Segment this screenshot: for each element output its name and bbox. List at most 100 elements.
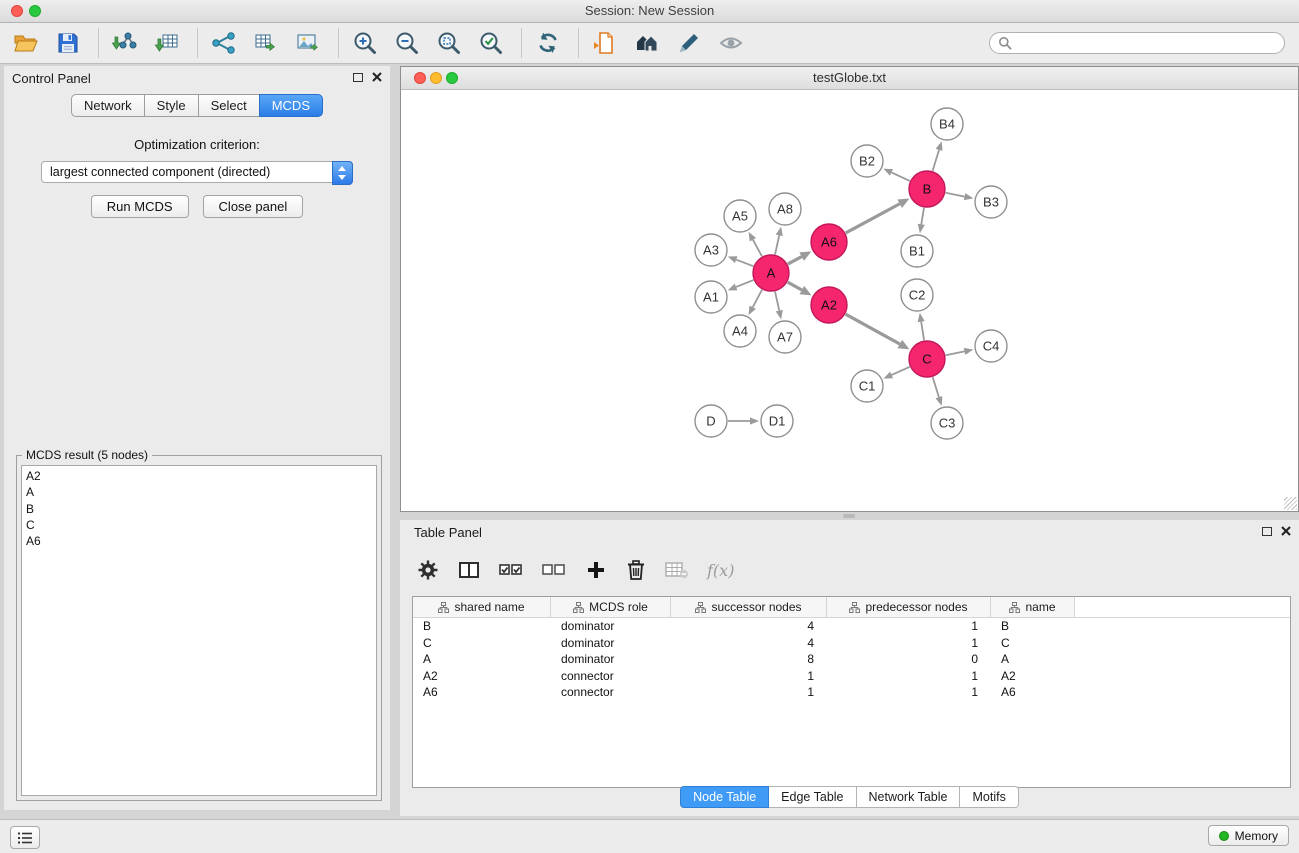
graph-node-C1[interactable]: C1 — [851, 370, 883, 402]
graph-edge-A-A7[interactable] — [775, 292, 779, 311]
graph-node-D[interactable]: D — [695, 405, 727, 437]
tab-select[interactable]: Select — [198, 94, 259, 117]
close-panel-button[interactable]: Close panel — [203, 195, 304, 218]
import-table-button[interactable] — [151, 27, 183, 59]
graph-edge-A-A6[interactable] — [788, 257, 802, 264]
column-header-predecessor-nodes[interactable]: predecessor nodes — [827, 597, 991, 617]
graph-edge-A-A1[interactable] — [736, 280, 753, 287]
mcds-result-list[interactable]: A2ABCA6 — [21, 465, 377, 796]
network-window-titlebar[interactable]: testGlobe.txt — [401, 67, 1298, 90]
graph-node-B2[interactable]: B2 — [851, 145, 883, 177]
result-item[interactable]: A2 — [26, 468, 372, 484]
graph-node-D1[interactable]: D1 — [761, 405, 793, 437]
column-header-successor-nodes[interactable]: successor nodes — [671, 597, 827, 617]
show-panels-button[interactable] — [10, 826, 40, 849]
import-network-button[interactable] — [109, 27, 141, 59]
graph-edge-A-A8[interactable] — [775, 235, 779, 254]
zoom-window-button[interactable] — [29, 5, 41, 17]
welcome-screen-button[interactable] — [631, 27, 663, 59]
graph-node-A3[interactable]: A3 — [695, 234, 727, 266]
function-builder-button[interactable]: f(x) — [707, 561, 734, 580]
graph-node-A5[interactable]: A5 — [724, 200, 756, 232]
graph-node-A[interactable]: A — [753, 255, 789, 291]
delete-table-button[interactable] — [664, 554, 690, 586]
graph-node-A1[interactable]: A1 — [695, 281, 727, 313]
splitter-handle[interactable] — [843, 514, 855, 518]
graph-node-C4[interactable]: C4 — [975, 330, 1007, 362]
run-mcds-button[interactable]: Run MCDS — [91, 195, 189, 218]
result-item[interactable]: A6 — [26, 533, 372, 549]
graph-node-A4[interactable]: A4 — [724, 315, 756, 347]
tab-network[interactable]: Network — [71, 94, 144, 117]
graph-edge-B-B3[interactable] — [946, 193, 965, 197]
graph-edge-A-A2[interactable] — [788, 282, 802, 290]
table-row[interactable]: Cdominator41C — [413, 635, 1290, 652]
graph-edge-A6-B[interactable] — [846, 204, 900, 233]
network-zoom-button[interactable] — [446, 72, 458, 84]
float-panel-icon[interactable] — [353, 73, 363, 82]
graph-node-A6[interactable]: A6 — [811, 224, 847, 260]
result-item[interactable]: C — [26, 517, 372, 533]
graph-node-C2[interactable]: C2 — [901, 279, 933, 311]
table-row[interactable]: A6connector11A6 — [413, 684, 1290, 701]
graph-edge-A-A4[interactable] — [753, 290, 762, 307]
network-minimize-button[interactable] — [430, 72, 442, 84]
zoom-in-button[interactable] — [349, 27, 381, 59]
graph-node-C[interactable]: C — [909, 341, 945, 377]
graph-edge-C-C1[interactable] — [892, 367, 910, 375]
zoom-out-button[interactable] — [391, 27, 423, 59]
graph-edge-B-B4[interactable] — [933, 150, 939, 171]
graph-node-B[interactable]: B — [909, 171, 945, 207]
graph-node-B3[interactable]: B3 — [975, 186, 1007, 218]
table-row[interactable]: Adominator80A — [413, 651, 1290, 668]
tab-motifs[interactable]: Motifs — [960, 786, 1018, 808]
float-panel-icon[interactable] — [1262, 527, 1272, 536]
tab-node-table[interactable]: Node Table — [680, 786, 769, 808]
show-columns-button[interactable] — [457, 554, 481, 586]
tab-edge-table[interactable]: Edge Table — [769, 786, 856, 808]
tab-style[interactable]: Style — [144, 94, 198, 117]
show-hide-button[interactable] — [715, 27, 747, 59]
table-row[interactable]: Bdominator41B — [413, 618, 1290, 635]
memory-button[interactable]: Memory — [1208, 825, 1289, 846]
zoom-selected-button[interactable] — [433, 27, 465, 59]
search-box[interactable] — [989, 32, 1285, 54]
graph-edge-C-C4[interactable] — [946, 351, 965, 355]
graph-node-B4[interactable]: B4 — [931, 108, 963, 140]
close-panel-icon[interactable] — [1281, 526, 1291, 536]
tab-mcds[interactable]: MCDS — [259, 94, 323, 117]
apply-layout-button[interactable] — [532, 27, 564, 59]
graph-node-A8[interactable]: A8 — [769, 193, 801, 225]
close-panel-icon[interactable] — [372, 72, 382, 82]
result-item[interactable]: A — [26, 484, 372, 500]
criterion-dropdown[interactable]: largest connected component (directed) — [41, 161, 353, 183]
graph-node-C3[interactable]: C3 — [931, 407, 963, 439]
network-tools-button[interactable] — [208, 27, 240, 59]
save-session-button[interactable] — [52, 27, 84, 59]
graph-edge-C-C2[interactable] — [921, 322, 924, 341]
open-session-button[interactable] — [10, 27, 42, 59]
graph-edge-B-B2[interactable] — [891, 172, 909, 181]
graph-edge-A-A3[interactable] — [736, 260, 753, 267]
column-header-name[interactable]: name — [991, 597, 1075, 617]
add-column-button[interactable] — [584, 554, 608, 586]
zoom-fit-button[interactable] — [475, 27, 507, 59]
tab-network-table[interactable]: Network Table — [857, 786, 961, 808]
network-canvas[interactable]: B4B2BB3A8A5A6A3B1AC2A1A2A4A7C4CC1DD1C3 — [401, 90, 1298, 511]
graph-node-A7[interactable]: A7 — [769, 321, 801, 353]
network-close-button[interactable] — [414, 72, 426, 84]
close-window-button[interactable] — [11, 5, 23, 17]
search-input[interactable] — [1017, 35, 1276, 51]
graph-node-B1[interactable]: B1 — [901, 235, 933, 267]
graph-edge-B-B1[interactable] — [921, 208, 924, 225]
select-all-button[interactable] — [498, 554, 524, 586]
graph-edge-A2-C[interactable] — [846, 314, 900, 344]
column-header-shared-name[interactable]: shared name — [413, 597, 551, 617]
result-item[interactable]: B — [26, 501, 372, 517]
export-table-button[interactable] — [250, 27, 282, 59]
graph-edge-C-C3[interactable] — [933, 377, 939, 397]
resize-grip-icon[interactable] — [1284, 497, 1297, 510]
style-brush-button[interactable] — [673, 27, 705, 59]
graph-edge-A-A5[interactable] — [753, 240, 762, 257]
table-row[interactable]: A2connector11A2 — [413, 668, 1290, 685]
